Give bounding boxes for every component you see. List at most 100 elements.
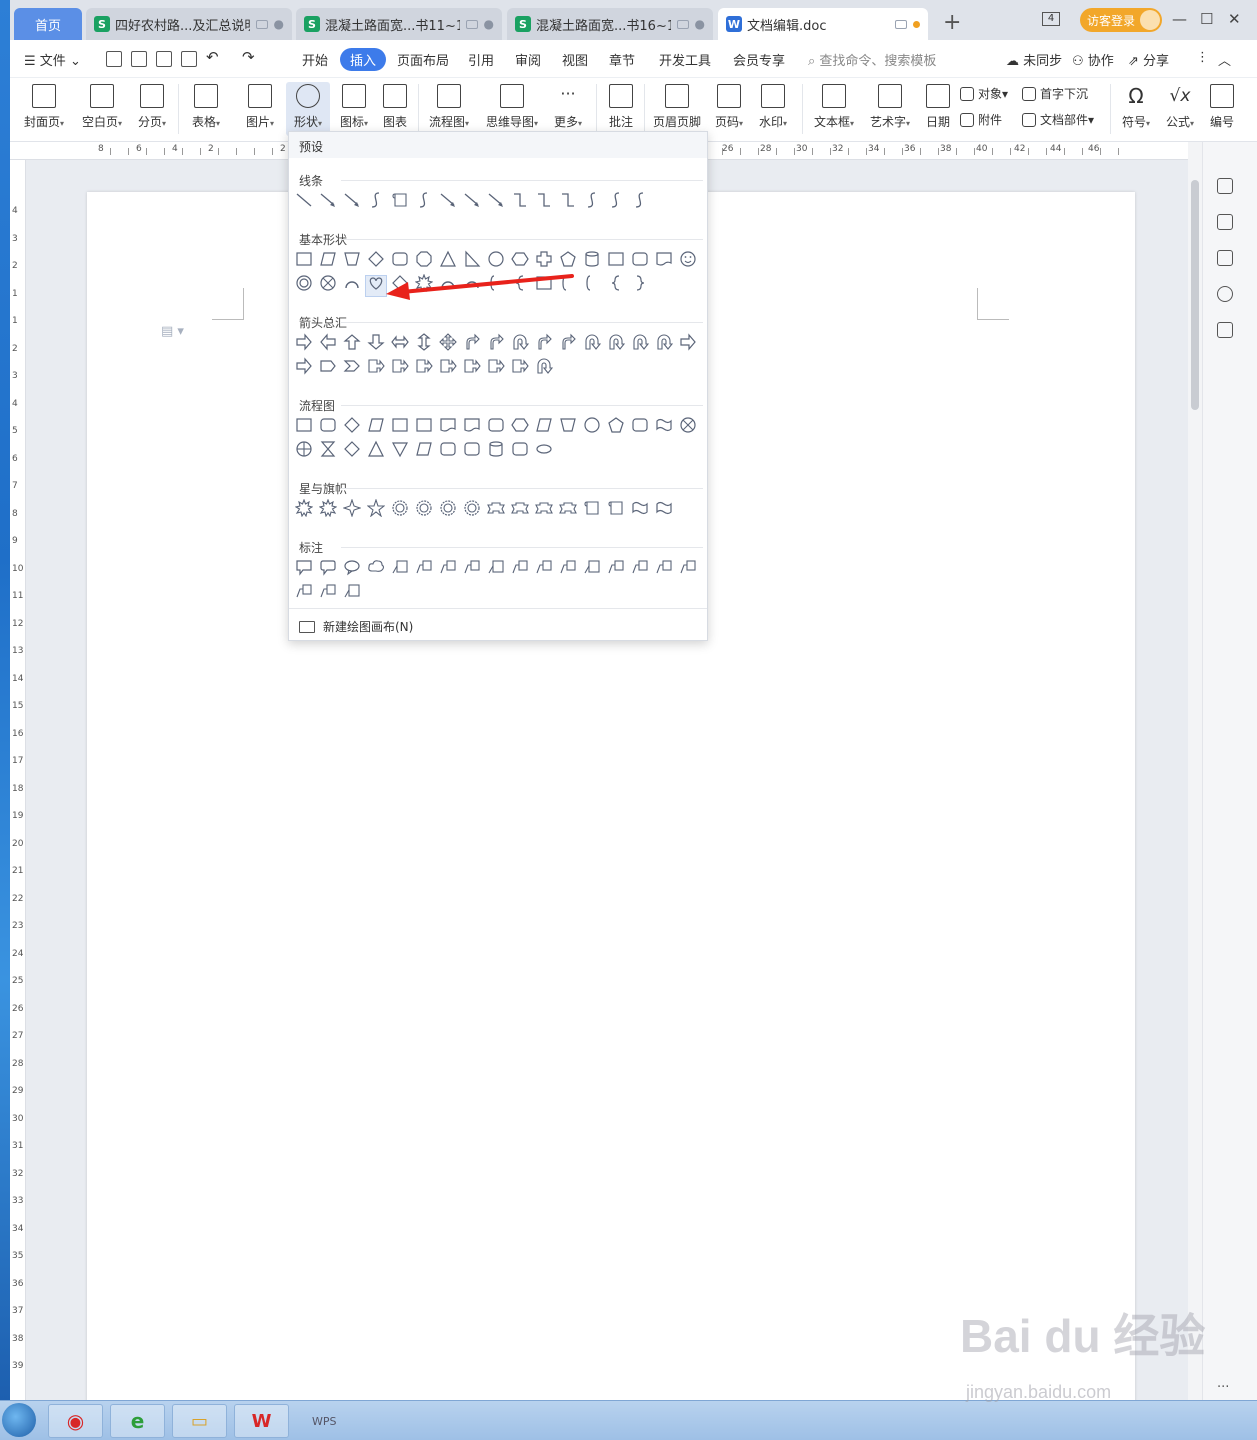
object-button[interactable]: 对象 ▾ — [960, 85, 1008, 102]
callR-shape-icon[interactable] — [511, 357, 529, 375]
callR-shape-icon[interactable] — [439, 357, 457, 375]
bcall-shape-icon[interactable] — [439, 558, 457, 576]
rrect-shape-icon[interactable] — [511, 440, 529, 458]
star4-shape-icon[interactable] — [342, 498, 362, 518]
para-shape-icon[interactable] — [415, 440, 433, 458]
lcall-shape-icon[interactable] — [391, 558, 409, 576]
more-options-icon[interactable]: ⋮ — [1196, 50, 1209, 65]
rbrace-shape-icon[interactable] — [631, 274, 649, 292]
scroll-shape-icon[interactable] — [583, 499, 601, 517]
hex-shape-icon[interactable] — [511, 416, 529, 434]
tab-sheet-3[interactable]: S 混凝土路面宽...书16~19 ● — [507, 8, 713, 40]
menu-insert[interactable]: 插入 — [340, 48, 387, 71]
rrect-shape-icon[interactable] — [319, 416, 337, 434]
rrect-shape-icon[interactable] — [439, 440, 457, 458]
minimize-button[interactable]: — — [1172, 10, 1187, 28]
attachment-button[interactable]: 附件 — [960, 111, 1002, 128]
invtri-shape-icon[interactable] — [391, 440, 409, 458]
rrect-shape-icon[interactable] — [631, 250, 649, 268]
donut-shape-icon[interactable] — [295, 274, 313, 292]
cover-page-button[interactable]: 封面页▾ — [18, 82, 70, 136]
curve-shape-icon[interactable] — [631, 191, 649, 209]
lcall-shape-icon[interactable] — [583, 558, 601, 576]
arrR-shape-icon[interactable] — [295, 357, 313, 375]
smile-shape-icon[interactable] — [679, 250, 697, 268]
print-icon[interactable] — [156, 51, 172, 67]
rbubble-shape-icon[interactable] — [319, 558, 337, 576]
arrR-shape-icon[interactable] — [679, 333, 697, 351]
bent-shape-icon[interactable] — [463, 333, 481, 351]
uturn-shape-icon[interactable] — [535, 357, 554, 375]
can-shape-icon[interactable] — [487, 440, 505, 458]
save-icon[interactable] — [106, 51, 122, 67]
symbol-button[interactable]: Ω 符号▾ — [1116, 82, 1156, 136]
close-icon[interactable]: ● — [484, 17, 494, 31]
ribbon-shape-icon[interactable] — [487, 499, 505, 517]
pent-shape-icon[interactable] — [607, 416, 625, 434]
rrect-shape-icon[interactable] — [463, 440, 481, 458]
bcall-shape-icon[interactable] — [607, 558, 625, 576]
arrowline-shape-icon[interactable] — [343, 191, 361, 209]
chev-shape-icon[interactable] — [319, 357, 337, 375]
arrowline-shape-icon[interactable] — [463, 191, 481, 209]
menu-review[interactable]: 审阅 — [515, 50, 541, 69]
sync-status[interactable]: ☁ 未同步 — [1006, 50, 1062, 69]
arrowline-shape-icon[interactable] — [439, 191, 457, 209]
file-explorer-icon[interactable]: ▭ — [172, 1404, 227, 1438]
tab-sheet-1[interactable]: S 四好农村路...及汇总说明 ● — [86, 8, 292, 40]
menu-start[interactable]: 开始 — [302, 50, 328, 69]
menu-dev-tools[interactable]: 开发工具 — [659, 50, 711, 69]
callR-shape-icon[interactable] — [463, 357, 481, 375]
share-button[interactable]: ⇗ 分享 — [1128, 50, 1169, 69]
curve-shape-icon[interactable] — [367, 191, 385, 209]
doc-shape-icon[interactable] — [439, 416, 457, 434]
elbow-shape-icon[interactable] — [511, 191, 529, 209]
edit-pen-icon[interactable] — [1217, 178, 1233, 194]
help-icon[interactable] — [1217, 286, 1233, 302]
uturn-shape-icon[interactable] — [655, 333, 674, 351]
trap-shape-icon[interactable] — [343, 250, 361, 268]
scroll-shape-icon[interactable] — [607, 499, 625, 517]
arrR-shape-icon[interactable] — [295, 333, 313, 351]
burst-shape-icon[interactable] — [294, 498, 314, 518]
bcall-shape-icon[interactable] — [415, 558, 433, 576]
quad-shape-icon[interactable] — [439, 333, 457, 351]
scrollbar-thumb[interactable] — [1191, 180, 1199, 410]
table-button[interactable]: 表格▾ — [186, 82, 226, 136]
mindmap-button[interactable]: 思维导图▾ — [482, 82, 542, 136]
menu-chapter[interactable]: 章节 — [609, 50, 635, 69]
chart-button[interactable]: 图表 — [378, 82, 412, 136]
shape-button[interactable]: 形状▾ — [286, 82, 330, 136]
elbow-shape-icon[interactable] — [559, 191, 577, 209]
uturn-shape-icon[interactable] — [631, 333, 650, 351]
wps-taskbar-icon[interactable]: W — [234, 1404, 289, 1438]
menu-page-layout[interactable]: 页面布局 — [397, 50, 449, 69]
close-icon[interactable]: ● — [695, 17, 705, 31]
rect-shape-icon[interactable] — [295, 416, 313, 434]
para-shape-icon[interactable] — [367, 416, 385, 434]
wave-shape-icon[interactable] — [631, 499, 649, 517]
callR-shape-icon[interactable] — [487, 357, 505, 375]
rect-shape-icon[interactable] — [391, 416, 409, 434]
bent-shape-icon[interactable] — [559, 333, 577, 351]
ellipse-shape-icon[interactable] — [535, 440, 553, 458]
diamond-shape-icon[interactable] — [343, 440, 361, 458]
uturn-shape-icon[interactable] — [583, 333, 602, 351]
start-button[interactable] — [2, 1403, 36, 1437]
seal-shape-icon[interactable] — [439, 499, 457, 517]
ribbon-shape-icon[interactable] — [511, 499, 529, 517]
arc-shape-icon[interactable] — [343, 274, 361, 292]
ribbon-shape-icon[interactable] — [559, 499, 577, 517]
pcirc-shape-icon[interactable] — [295, 440, 313, 458]
picture-button[interactable]: 图片▾ — [240, 82, 280, 136]
menu-references[interactable]: 引用 — [468, 50, 494, 69]
new-canvas-button[interactable]: 新建绘图画布(N) — [299, 618, 413, 635]
tab-count-badge[interactable]: 4 — [1042, 12, 1060, 26]
rrect-shape-icon[interactable] — [487, 416, 505, 434]
more-button[interactable]: ··· 更多▾ — [548, 82, 588, 136]
doc-shape-icon[interactable] — [463, 416, 481, 434]
maximize-button[interactable]: ☐ — [1200, 10, 1213, 28]
rect-shape-icon[interactable] — [607, 250, 625, 268]
line-shape-icon[interactable] — [295, 191, 313, 209]
share-doc-icon[interactable] — [1217, 322, 1233, 338]
